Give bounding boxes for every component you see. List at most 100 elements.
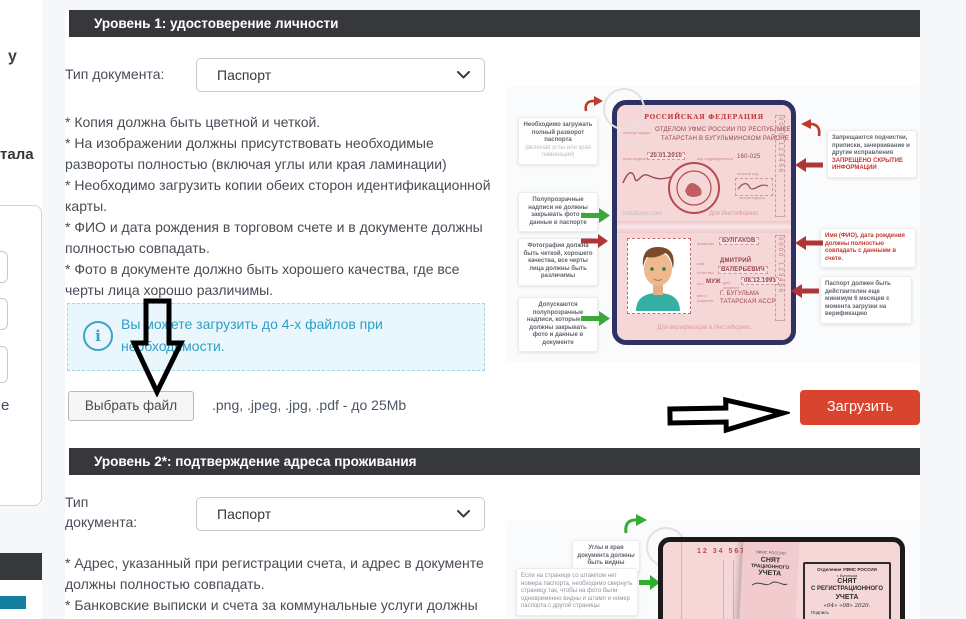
stamp-text: УЧЕТА (805, 594, 889, 603)
issued-by-1: ОТДЕЛОМ УФМС РОССИИ ПО РЕСПУБЛИКЕ (655, 127, 791, 133)
passport-illustration: РОССИЙСКАЯ ФЕДЕРАЦИЯ паспорт выдан ОТДЕЛ… (612, 100, 796, 345)
level2-doc-type-label: Тип документа: (65, 492, 143, 532)
passport-serial-bottom: 0000 123456 (775, 235, 785, 321)
hand-drawn-right-arrow (662, 391, 791, 442)
rule-item: * ФИО и дата рождения в торговом счете и… (65, 217, 499, 259)
callout-l1: Необходимо загружать полный разворот пас… (518, 117, 598, 165)
name-label: имя (697, 261, 704, 266)
rule-item: * На изображении должны присутствовать н… (65, 133, 499, 175)
level2-header-bar: Уровень 2*: подтверждение адреса прожива… (69, 448, 920, 475)
birthplace-label: место рождения (697, 294, 717, 303)
level2-header-text: Уровень 2*: подтверждение адреса прожива… (94, 454, 417, 469)
folded-page: УФМС РОССИИ СНЯТ ТРАЦИОННОГО УЧЕТА (738, 537, 799, 619)
verification-page: у тала ▾ ▾ е Уровень 1: удостоверение ли… (0, 0, 966, 619)
rule-item: * Банковские выписки и счета за коммунал… (65, 595, 499, 619)
avatar (628, 239, 688, 311)
level1-doc-type-select[interactable]: Паспорт (196, 58, 485, 92)
rule-item: * Необходимо загрузить копии обеих сторо… (65, 175, 499, 217)
upload-button[interactable]: Загрузить (800, 390, 920, 425)
issue-date: 20.01.2010 (647, 152, 685, 160)
left-card: ▾ ▾ е (0, 205, 42, 506)
callout-l1-text: Необходимо загружать полный разворот пас… (523, 122, 593, 145)
stamp-text: Отделение УФМС РОССИИ (805, 567, 889, 573)
issued-by-2: ТАТАРСТАН В БУГУЛЬМИНСКОМ РАЙОНЕ (661, 136, 789, 142)
sex-value: МУЖ (706, 279, 721, 285)
level1-doc-type-label: Тип документа: (65, 66, 164, 82)
left-text-input[interactable] (0, 346, 8, 383)
passport-sample-image[interactable]: РОССИЙСКАЯ ФЕДЕРАЦИЯ паспорт выдан ОТДЕЛ… (505, 68, 920, 375)
level1-header-bar: Уровень 1: удостоверение личности (69, 10, 920, 37)
birthplace-1: Г. БУГУЛЬМА (720, 291, 759, 297)
level1-header-text: Уровень 1: удостоверение личности (94, 16, 338, 31)
left-fragment-mid: тала (0, 146, 34, 163)
registration-passport-illustration: 12 34 567890 УФМС РОССИИ СНЯТ ТРАЦИОННОГ… (658, 537, 905, 619)
page-line (681, 542, 682, 619)
patronymic-label: отчество (697, 270, 713, 275)
callout-r2-text: Имя (ФИО), дата рождения должны полность… (825, 233, 911, 263)
surname-label: фамилия (697, 241, 714, 246)
red-arrow-left-icon (791, 284, 819, 303)
stamp-date: «04» «08» 2020. (805, 603, 889, 610)
stamp-sign: Подпись (805, 610, 889, 616)
red-arrow-right-icon (581, 234, 609, 253)
callout-r1-warning: ЗАПРЕЩЕНО СКРЫТИЕ ИНФОРМАЦИИ (832, 158, 912, 173)
info-icon: i (83, 321, 113, 351)
green-arrow-right-icon (581, 311, 611, 331)
personal-sign-label: личная подпись (739, 196, 765, 200)
level1-doc-type-value: Паспорт (217, 67, 457, 83)
registration-sample-image[interactable]: Углы и края документа должны быть видны … (505, 505, 920, 619)
left-section-bar (0, 553, 42, 580)
hand-drawn-down-arrow (125, 293, 191, 402)
file-types-hint: .png, .jpeg, .jpg, .pdf - до 25Mb (212, 397, 406, 413)
sex-label: пол (697, 281, 704, 286)
passport-serial-top: 0000 123456 (775, 115, 785, 217)
passport-fold (617, 221, 791, 233)
left-select-2[interactable]: ▾ (0, 298, 8, 330)
birth-date: 08.12.1991 (741, 277, 779, 285)
level2-doc-type-value: Паспорт (217, 506, 457, 522)
red-arrow-left-icon (795, 158, 823, 177)
callout-r2: Имя (ФИО), дата рождения должны полность… (820, 228, 916, 268)
page-line (733, 560, 734, 619)
stamp-text: С РЕГИСТРАЦИОННОГО (805, 586, 889, 594)
red-curl-arrow-icon (583, 95, 605, 118)
left-bottom-panel (0, 580, 42, 619)
callout-r1-text: Запрещаются подчистки, приписки, зачерки… (832, 135, 912, 158)
fold-signature (749, 577, 790, 591)
page-line (723, 560, 724, 619)
birthplace-2: ТАТАРСКАЯ АССР (720, 299, 776, 305)
left-teal-button[interactable] (0, 596, 26, 609)
red-curl-arrow-icon (798, 118, 822, 143)
personal-sign-box (735, 178, 773, 196)
chevron-down-icon (457, 510, 470, 518)
watermark-brand: Для ИнстаФорекс (709, 211, 758, 217)
patronymic-value: ВАЛЕРЬЕВИЧ (718, 266, 768, 274)
left-fragment-e: е (1, 397, 9, 414)
passport-footer: Для верификации в ИнстаФорекс (617, 325, 791, 331)
registration-stamp: Отделение УФМС РОССИИ г. Бугульма СНЯТ С… (803, 562, 891, 619)
corner-ring (603, 88, 645, 130)
callout-r1: Запрещаются подчистки, приписки, зачерки… (827, 130, 917, 178)
red-arrow-left-icon (795, 236, 823, 255)
level2-doc-type-select[interactable]: Паспорт (196, 497, 485, 531)
name-value: ДМИТРИЙ (720, 258, 751, 264)
callout-r3-text: Паспорт должен быть действителен еще мин… (825, 281, 907, 319)
birth-label: дата рождения (723, 281, 741, 290)
signature-squiggle (621, 165, 673, 194)
issue-date-label: дата выдачи (623, 156, 646, 161)
callout-r3: Паспорт должен быть действителен еще мин… (820, 276, 912, 324)
photo-box (627, 238, 691, 314)
personal-code-label: личный код (737, 171, 758, 176)
watermark-site: instaforex.com (623, 211, 662, 217)
callout-c2: Если на странице со штампом нет номера п… (516, 568, 638, 616)
left-fragment-top: у (8, 48, 17, 66)
rule-item: * Адрес, указанный при регистрации счета… (65, 553, 499, 595)
rule-item: * Копия должна быть цветной и четкой. (65, 112, 499, 133)
callout-l1-subtext: (включая углы или края ламинации) (523, 145, 593, 160)
surname-value: БУЛГАКОВ (719, 237, 759, 245)
issued-label: паспорт выдан (623, 130, 651, 135)
callout-c2-text: Если на странице со штампом нет номера п… (521, 573, 633, 611)
left-select-1[interactable]: ▾ (0, 251, 8, 283)
green-arrow-right-icon (581, 208, 611, 228)
callout-c1-text: Углы и края документа должны быть видны (577, 545, 635, 568)
